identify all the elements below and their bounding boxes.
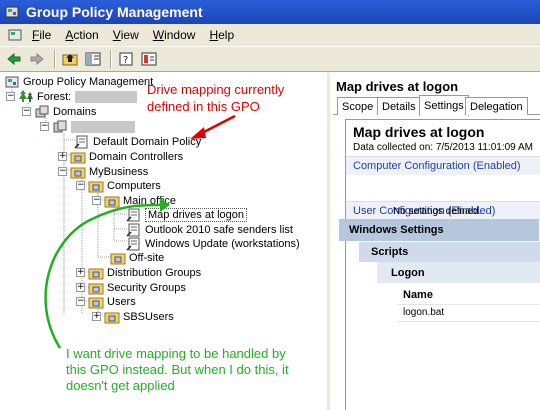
tab-delegation[interactable]: Delegation: [465, 97, 528, 115]
tab-scope[interactable]: Scope: [337, 97, 379, 115]
script-name-value: logon.bat: [403, 307, 445, 318]
computer-config-header[interactable]: Computer Configuration (Enabled): [346, 156, 540, 175]
details-pane: Map drives at logon Scope Details Settin…: [333, 73, 540, 410]
name-column-header: Name: [403, 289, 433, 301]
data-collected: Data collected on: 7/5/2013 11:01:09 AM: [353, 142, 533, 153]
windows-settings-header[interactable]: Windows Settings: [339, 219, 539, 241]
tab-settings[interactable]: Settings: [419, 95, 469, 116]
no-settings-text: No settings defined.: [393, 206, 482, 217]
row-divider: [397, 304, 540, 305]
details-title: Map drives at logon: [336, 78, 459, 94]
report-heading: Map drives at logon: [353, 124, 485, 140]
tab-details[interactable]: Details: [377, 97, 421, 115]
scripts-header[interactable]: Scripts: [359, 242, 540, 262]
logon-header[interactable]: Logon: [377, 262, 540, 283]
tab-strip: Scope Details Settings Delegation: [333, 95, 540, 116]
row-divider: [397, 321, 540, 322]
annotation-green-text: I want drive mapping to be handled by th…: [66, 346, 289, 393]
